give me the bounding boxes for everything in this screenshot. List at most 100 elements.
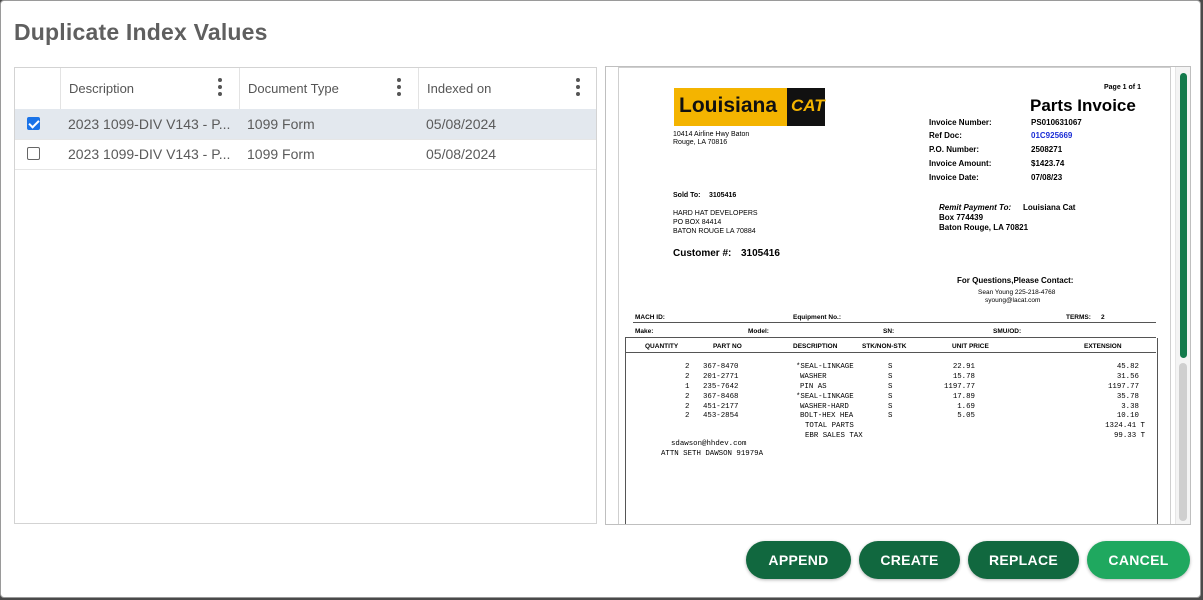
column-header-document-type[interactable]: Document Type [239, 68, 418, 109]
item-stk: S [888, 363, 893, 371]
item-qty: 2 [685, 373, 690, 381]
sold-to-label: Sold To: [673, 192, 701, 199]
item-stk: S [888, 383, 893, 391]
document-preview[interactable]: Page 1 of 1 Louisiana CAT 10414 Airline … [605, 66, 1191, 525]
model-label: Model: [748, 328, 769, 335]
column-header-label: Description [69, 81, 135, 96]
customer-number: 3105416 [741, 248, 780, 259]
item-ext: 3.38 [1121, 403, 1139, 411]
item-ext: 1197.77 [1107, 383, 1139, 391]
table-header: UNIT PRICE [952, 343, 989, 350]
item-stk: S [888, 403, 893, 411]
table-row[interactable]: 2023 1099-DIV V143 - P... 1099 Form 05/0… [15, 109, 596, 140]
remit-line: Baton Rouge, LA 70821 [939, 223, 1029, 232]
divider [625, 352, 1156, 353]
row-checkbox[interactable] [27, 117, 40, 130]
cancel-button[interactable]: CANCEL [1087, 541, 1190, 579]
field-label: Invoice Amount: [929, 159, 992, 168]
item-part: 367-8468 [703, 393, 739, 401]
item-unit: 17.89 [952, 393, 975, 401]
field-value: PS010631067 [1031, 118, 1082, 127]
item-ext: 35.78 [1116, 393, 1139, 401]
remit-line: Box 774439 [939, 213, 984, 222]
contact-line: syoung@lacat.com [985, 297, 1041, 304]
field-value: $1423.74 [1031, 159, 1065, 168]
item-unit: 1.69 [957, 403, 975, 411]
item-part: 367-8470 [703, 363, 739, 371]
create-button[interactable]: CREATE [859, 541, 960, 579]
sn-label: SN: [883, 328, 895, 335]
item-ext: 45.82 [1116, 363, 1139, 371]
logo-text: Louisiana [679, 94, 778, 117]
item-qty: 2 [685, 363, 690, 371]
table-header: QUANTITY [645, 343, 679, 350]
item-qty: 2 [685, 393, 690, 401]
preview-scrollbar[interactable] [1175, 67, 1190, 524]
field-label: Invoice Number: [929, 118, 992, 127]
item-unit: 22.91 [952, 363, 975, 371]
item-qty: 1 [685, 383, 690, 391]
item-unit: 15.78 [952, 373, 975, 381]
item-stk: S [888, 412, 893, 420]
item-ext: 10.10 [1116, 412, 1139, 420]
item-ext: 31.56 [1116, 373, 1139, 381]
item-desc: *SEAL-LINKAGE [796, 363, 854, 371]
sold-to-line: PO BOX 84414 [673, 219, 722, 226]
column-menu-icon[interactable] [397, 78, 401, 96]
item-stk: S [888, 373, 893, 381]
row-indexed-on: 05/08/2024 [426, 146, 497, 162]
sales-tax-label: EBR SALES TAX [805, 432, 863, 440]
item-desc: WASHER-HARD [800, 403, 849, 411]
contact-line: Sean Young 225-218-4768 [978, 289, 1056, 296]
scrollbar-thumb[interactable] [1180, 73, 1187, 358]
row-document-type: 1099 Form [247, 146, 315, 162]
item-unit: 5.05 [957, 412, 975, 420]
dialog-title: Duplicate Index Values [14, 19, 268, 45]
item-part: 201-2771 [703, 373, 739, 381]
item-desc: BOLT-HEX HEA [800, 412, 854, 420]
equipment-label: Equipment No.: [793, 314, 842, 321]
company-address-line: Rouge, LA 70816 [673, 139, 728, 146]
customer-label: Customer #: [673, 248, 732, 259]
sold-to-number: 3105416 [709, 192, 737, 199]
item-qty: 2 [685, 412, 690, 420]
duplicate-index-dialog: Duplicate Index Values Description Docum… [0, 0, 1201, 598]
row-description: 2023 1099-DIV V143 - P... [68, 146, 231, 162]
table-row[interactable]: 2023 1099-DIV V143 - P... 1099 Form 05/0… [15, 139, 596, 170]
table-header: PART NO [713, 343, 742, 350]
page-label: Page 1 of 1 [1104, 84, 1141, 91]
column-header-indexed-on[interactable]: Indexed on [418, 68, 597, 109]
field-value: 01C925669 [1031, 131, 1073, 140]
email-line: sdawson@hhdev.com [671, 440, 747, 448]
field-value: 07/08/23 [1031, 173, 1063, 182]
sales-tax-value: 99.33 T [1113, 432, 1145, 440]
column-header-label: Document Type [248, 81, 339, 96]
item-desc: WASHER [800, 373, 827, 381]
table-header: DESCRIPTION [793, 343, 838, 350]
cat-logo-text: CAT [791, 96, 825, 115]
smu-label: SMU/OD: [993, 328, 1022, 335]
column-menu-icon[interactable] [576, 78, 580, 96]
table-header: EXTENSION [1084, 343, 1122, 350]
mach-id-label: MACH ID: [635, 314, 665, 321]
attn-line: ATTN SETH DAWSON 91979A [661, 450, 764, 458]
item-stk: S [888, 393, 893, 401]
results-grid: Description Document Type Indexed on 202… [14, 67, 597, 524]
field-label: P.O. Number: [929, 145, 980, 154]
item-qty: 2 [685, 403, 690, 411]
column-menu-icon[interactable] [218, 78, 222, 96]
terms-label: TERMS: [1066, 314, 1091, 321]
row-checkbox[interactable] [27, 147, 40, 160]
terms-value: 2 [1101, 314, 1105, 321]
replace-button[interactable]: REPLACE [968, 541, 1079, 579]
field-label: Invoice Date: [929, 173, 979, 182]
item-unit: 1197.77 [943, 383, 975, 391]
total-parts-label: TOTAL PARTS [805, 422, 854, 430]
append-button[interactable]: APPEND [746, 541, 851, 579]
field-value: 2508271 [1031, 145, 1063, 154]
scrollbar-track-lower [1179, 363, 1187, 521]
row-document-type: 1099 Form [247, 116, 315, 132]
item-desc: *SEAL-LINKAGE [796, 393, 854, 401]
select-column-header [15, 68, 61, 109]
column-header-description[interactable]: Description [60, 68, 239, 109]
